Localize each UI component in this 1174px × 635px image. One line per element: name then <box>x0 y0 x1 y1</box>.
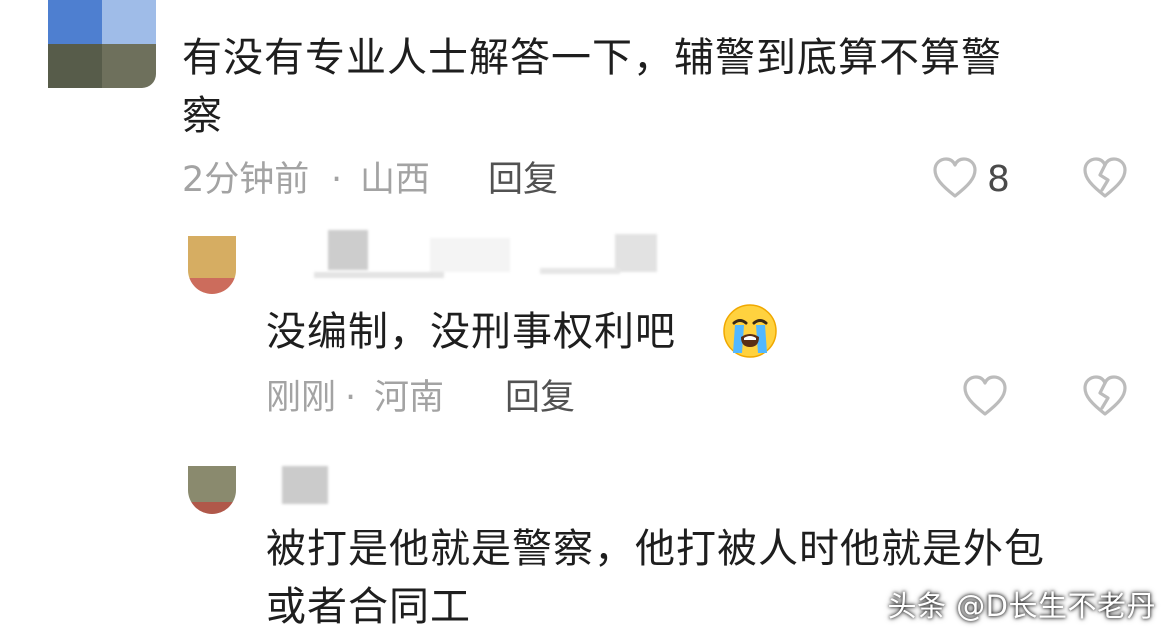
reply-text-line-1: 被打是他就是警察，他打被人时他就是外包 <box>266 526 1045 572</box>
dislike-button[interactable] <box>1082 156 1128 202</box>
broken-heart-icon <box>1083 157 1127 198</box>
comment-location: 山西 <box>360 160 431 200</box>
avatar[interactable] <box>188 466 236 514</box>
reply-username <box>290 230 670 282</box>
comment-time: 2分钟前 <box>182 160 310 200</box>
reply-text-line-2: 或者合同工 <box>266 584 471 630</box>
reply-button[interactable]: 回复 <box>505 378 575 418</box>
watermark: 头条 @D长生不老丹 <box>887 589 1156 623</box>
comment-thread: 有没有专业人士解答一下，辅警到底算不算警 察 2分钟前 · 山西 回复 8 没编… <box>0 0 1174 635</box>
like-button[interactable] <box>932 156 978 202</box>
reply-time: 刚刚 <box>266 378 337 418</box>
like-count: 8 <box>987 159 1010 200</box>
heart-outline-icon <box>963 375 1007 416</box>
like-button[interactable] <box>962 374 1008 420</box>
comment-text-line-1: 有没有专业人士解答一下，辅警到底算不算警 <box>182 35 1002 81</box>
comment-text-line-2: 察 <box>182 93 223 139</box>
reply-button[interactable]: 回复 <box>488 160 558 200</box>
avatar[interactable] <box>48 0 156 88</box>
loudly-crying-face-icon <box>723 304 777 358</box>
heart-outline-icon <box>933 157 977 198</box>
reply-username <box>280 466 332 506</box>
reply-text: 没编制，没刑事权利吧 <box>266 309 676 355</box>
meta-separator: · <box>331 160 343 200</box>
broken-heart-icon <box>1083 375 1127 416</box>
dislike-button[interactable] <box>1082 374 1128 420</box>
reply-location: 河南 <box>374 378 445 418</box>
avatar[interactable] <box>188 236 236 294</box>
meta-separator: · <box>345 378 357 418</box>
